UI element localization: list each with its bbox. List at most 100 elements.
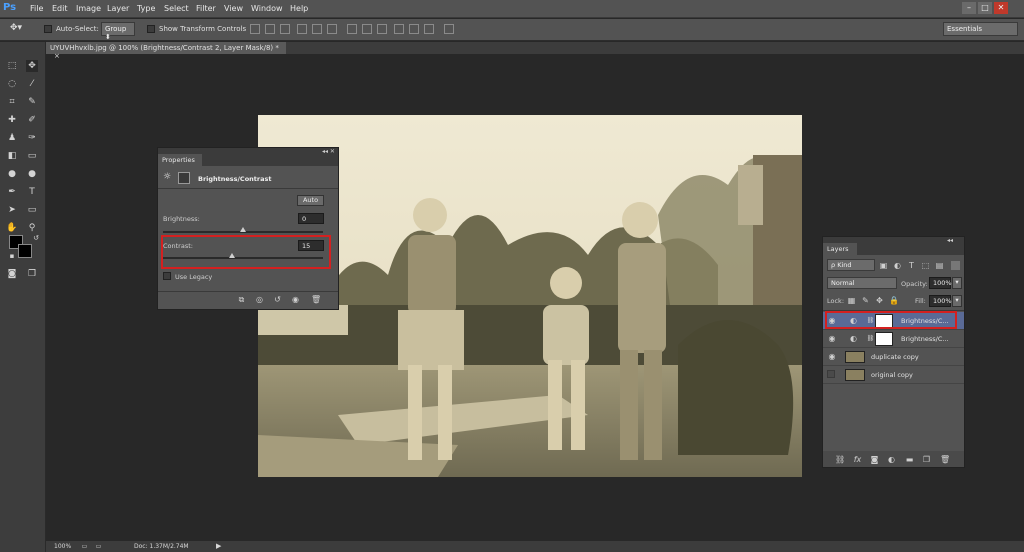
distribute-bottom-icon[interactable] [377,24,387,34]
status-menu-arrow-icon[interactable]: ▶ [216,542,221,550]
close-window-button[interactable]: ✕ [994,2,1008,14]
screen-mode-icon[interactable]: ❐ [26,268,38,280]
blend-mode-dropdown[interactable]: Normal [827,277,897,289]
move-tool-icon[interactable]: ✥ [26,60,38,72]
layer-row-duplicate-copy[interactable]: ◉ duplicate copy [823,348,964,366]
menu-view[interactable]: View [224,4,243,13]
layer-visibility-hidden-icon[interactable] [827,370,835,378]
rectangle-tool-icon[interactable]: ▭ [26,204,38,216]
layer-row-brightness-contrast-1[interactable]: ◉ ◐ ⛓ Brightness/C... [823,330,964,348]
menu-select[interactable]: Select [164,4,189,13]
document-canvas-image[interactable] [258,115,802,477]
document-tab[interactable]: UYUVHhvxlb.jpg @ 100% (Brightness/Contra… [46,42,286,60]
menu-type[interactable]: Type [137,4,155,13]
layer-mask-thumbnail[interactable] [875,332,893,346]
align-right-icon[interactable] [327,24,337,34]
layer-visibility-eye-icon[interactable]: ◉ [827,334,837,344]
layer-mask-icon[interactable] [178,172,190,184]
new-layer-icon[interactable]: ❐ [922,455,931,464]
maximize-button[interactable]: □ [978,2,992,14]
filter-toggle-icon[interactable] [951,261,960,270]
filter-type-icon[interactable]: T [907,261,916,270]
brush-tool-icon[interactable]: ✐ [26,114,38,126]
quick-select-tool-icon[interactable]: ⁄ [26,78,38,90]
lock-position-icon[interactable]: ✥ [875,296,884,305]
brightness-value-field[interactable]: 0 [298,213,324,224]
fill-field[interactable]: 100% [929,295,952,307]
swap-colors-icon[interactable]: ↺ [30,232,42,244]
add-mask-icon[interactable]: ◙ [870,455,879,464]
menu-filter[interactable]: Filter [196,4,216,13]
filter-adjustment-icon[interactable]: ◐ [893,261,902,270]
lasso-tool-icon[interactable]: ◌ [6,78,18,90]
minimize-button[interactable]: – [962,2,976,14]
reset-icon[interactable]: ↺ [273,295,282,304]
view-previous-state-icon[interactable]: ◎ [255,295,264,304]
new-adjustment-layer-icon[interactable]: ◐ [887,455,896,464]
contrast-slider-thumb[interactable] [229,253,236,258]
filter-pixel-icon[interactable]: ▣ [879,261,888,270]
hand-tool-icon[interactable]: ✋ [6,222,18,234]
align-top-icon[interactable] [250,24,260,34]
zoom-level[interactable]: 100% [54,543,71,550]
blur-tool-icon[interactable]: ● [6,168,18,180]
delete-layer-icon[interactable]: 🗑 [940,455,950,464]
use-legacy-checkbox[interactable] [163,272,171,280]
path-selection-tool-icon[interactable]: ➤ [6,204,18,216]
clone-stamp-tool-icon[interactable]: ♟ [6,132,18,144]
fill-dropdown-icon[interactable]: ▾ [952,295,962,307]
eraser-tool-icon[interactable]: ◧ [6,150,18,162]
menu-image[interactable]: Image [76,4,101,13]
menu-layer[interactable]: Layer [107,4,129,13]
crop-tool-icon[interactable]: ⌗ [6,96,18,108]
distribute-left-icon[interactable] [394,24,404,34]
workspace-dropdown[interactable]: Essentials [943,22,1018,36]
menu-file[interactable]: File [30,4,43,13]
contrast-slider-track[interactable] [163,257,323,259]
new-group-icon[interactable]: ▬ [905,455,914,464]
distribute-top-icon[interactable] [347,24,357,34]
lock-transparent-icon[interactable]: ▦ [847,296,856,305]
collapse-panel-icon[interactable]: ◂◂ ✕ [322,148,335,155]
layer-row-original-copy[interactable]: original copy [823,366,964,384]
background-color-swatch[interactable] [18,244,32,258]
opacity-dropdown-icon[interactable]: ▾ [952,277,962,289]
gradient-tool-icon[interactable]: ▭ [26,150,38,162]
lock-image-icon[interactable]: ✎ [861,296,870,305]
menu-edit[interactable]: Edit [52,4,68,13]
auto-select-dropdown[interactable]: Group ⬍ [101,22,135,41]
layers-tab[interactable]: Layers [823,243,857,255]
align-hcenter-icon[interactable] [312,24,322,34]
brightness-slider-thumb[interactable] [240,227,246,232]
distribute-vcenter-icon[interactable] [362,24,372,34]
filter-smart-object-icon[interactable]: ▤ [935,261,944,270]
chain-link-icon[interactable]: ⛓ [866,334,875,343]
default-colors-icon[interactable]: ▪ [6,250,18,262]
distribute-right-icon[interactable] [424,24,434,34]
show-transform-checkbox[interactable] [147,25,155,33]
quick-mask-icon[interactable]: ◙ [6,268,18,280]
auto-align-icon[interactable] [444,24,454,34]
menu-help[interactable]: Help [290,4,308,13]
filter-shape-icon[interactable]: ⬚ [921,261,930,270]
layer-visibility-eye-icon[interactable]: ◉ [827,352,837,362]
eyedropper-tool-icon[interactable]: ✎ [26,96,38,108]
layer-style-fx-icon[interactable]: fx [853,455,862,464]
align-left-icon[interactable] [297,24,307,34]
dodge-tool-icon[interactable]: ● [26,168,38,180]
pen-tool-icon[interactable]: ✒ [6,186,18,198]
distribute-hcenter-icon[interactable] [409,24,419,34]
clip-to-layer-icon[interactable]: ⧉ [237,295,246,304]
collapse-layers-icon[interactable]: ◂◂ [947,237,953,244]
contrast-value-field[interactable]: 15 [298,240,324,251]
auto-select-checkbox[interactable] [44,25,52,33]
history-brush-tool-icon[interactable]: ✑ [26,132,38,144]
type-tool-icon[interactable]: T [26,186,38,198]
marquee-tool-icon[interactable]: ⬚ [6,60,18,72]
align-bottom-icon[interactable] [280,24,290,34]
document-tab-close-icon[interactable]: × [54,52,60,60]
status-icon[interactable]: ▭ [94,542,103,551]
filter-kind-dropdown[interactable]: ρ Kind [827,259,875,271]
lock-all-icon[interactable]: 🔒 [889,296,899,305]
healing-brush-tool-icon[interactable]: ✚ [6,114,18,126]
